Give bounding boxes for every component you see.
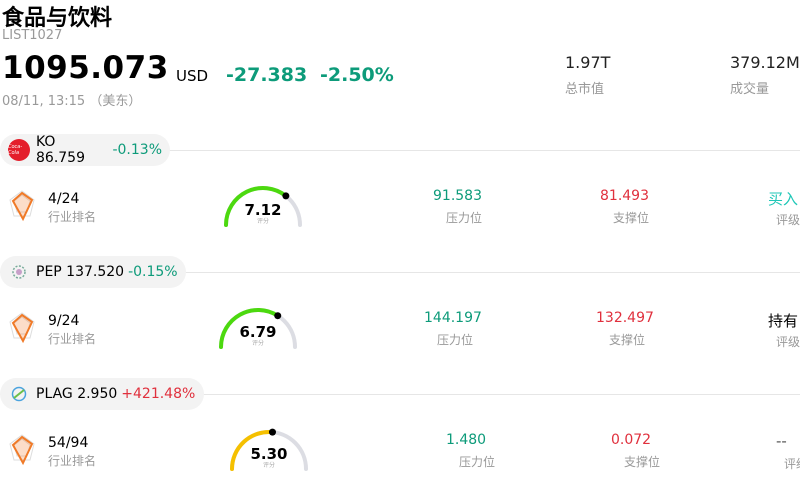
rating-label: 评级 bbox=[776, 335, 800, 349]
support-label: 支撑位 bbox=[613, 211, 650, 225]
stock-chip[interactable]: PLAG 2.950 +421.48% bbox=[0, 378, 204, 410]
resistance-value: 91.583 bbox=[433, 188, 482, 204]
company-logo-icon bbox=[8, 261, 30, 283]
volume-value: 379.12M bbox=[730, 53, 800, 72]
rating-value[interactable]: -- bbox=[776, 432, 787, 450]
stock-change-pct: +421.48% bbox=[121, 386, 196, 402]
industry-rank-label: 行业排名 bbox=[48, 210, 97, 224]
support-label: 支撑位 bbox=[609, 333, 646, 347]
resistance-value: 144.197 bbox=[424, 310, 482, 326]
support-value: 81.493 bbox=[600, 188, 649, 204]
industry-rank-label: 行业排名 bbox=[48, 332, 97, 346]
industry-rank-value: 4/24 bbox=[48, 191, 80, 207]
industry-rank-label: 行业排名 bbox=[48, 454, 97, 468]
timestamp: 08/11, 13:15 （美东） bbox=[2, 94, 142, 109]
currency-label: USD bbox=[176, 67, 209, 85]
score-label: 评分 bbox=[263, 461, 275, 469]
resistance-value: 1.480 bbox=[446, 432, 487, 448]
radar-chart-icon bbox=[9, 190, 35, 222]
list-code: LIST1027 bbox=[2, 28, 63, 43]
rating-value[interactable]: 持有 bbox=[768, 310, 798, 331]
price-change: -27.383 bbox=[226, 64, 308, 86]
stock-ticker-price: KO 86.759 bbox=[36, 134, 85, 166]
radar-chart-icon bbox=[9, 312, 35, 344]
radar-chart-icon bbox=[9, 434, 35, 466]
market-cap-value: 1.97T bbox=[565, 53, 611, 72]
market-cap-label: 总市值 bbox=[565, 82, 605, 97]
score-label: 评分 bbox=[257, 217, 269, 225]
score-gauge[interactable]: 5.30 评分 bbox=[224, 425, 314, 475]
company-logo-icon bbox=[8, 383, 30, 405]
company-logo-icon: Coca-Cola bbox=[8, 139, 30, 161]
rating-label: 评级 bbox=[784, 457, 800, 471]
stock-chip[interactable]: PEP 137.520 -0.15% bbox=[0, 256, 186, 288]
resistance-label: 压力位 bbox=[459, 455, 496, 469]
rating-label: 评级 bbox=[776, 213, 800, 227]
stock-change-pct: -0.15% bbox=[128, 264, 178, 280]
support-value: 132.497 bbox=[596, 310, 654, 326]
score-gauge[interactable]: 7.12 评分 bbox=[218, 181, 308, 231]
price-change-pct: -2.50% bbox=[320, 64, 394, 86]
stock-ticker-price: PEP 137.520 bbox=[36, 264, 125, 280]
score-gauge[interactable]: 6.79 评分 bbox=[213, 303, 303, 353]
score-value: 5.30 bbox=[250, 445, 287, 463]
stock-ticker-price: PLAG 2.950 bbox=[36, 386, 118, 402]
stock-change-pct: -0.13% bbox=[112, 142, 162, 158]
volume-label: 成交量 bbox=[730, 82, 770, 97]
support-value: 0.072 bbox=[611, 432, 652, 448]
rating-value[interactable]: 买入 bbox=[768, 188, 798, 209]
score-value: 7.12 bbox=[244, 201, 281, 219]
industry-rank-value: 9/24 bbox=[48, 313, 80, 329]
industry-rank-value: 54/94 bbox=[48, 435, 89, 451]
support-label: 支撑位 bbox=[624, 455, 661, 469]
resistance-label: 压力位 bbox=[446, 211, 483, 225]
stock-chip[interactable]: Coca-Cola KO 86.759 -0.13% bbox=[0, 134, 170, 166]
index-price: 1095.073 bbox=[2, 50, 169, 86]
resistance-label: 压力位 bbox=[437, 333, 474, 347]
score-value: 6.79 bbox=[239, 323, 276, 341]
score-label: 评分 bbox=[252, 339, 264, 347]
